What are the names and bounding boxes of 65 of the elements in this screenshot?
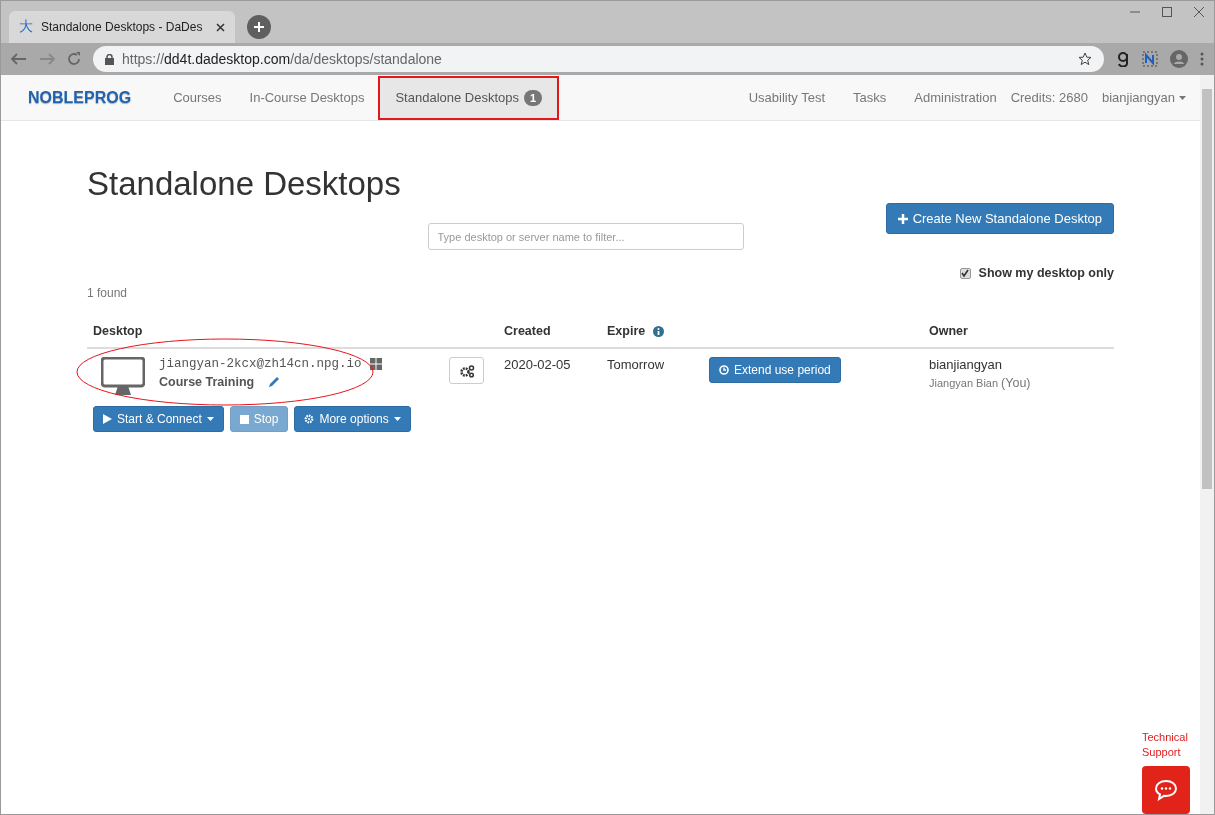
show-mine-checkbox[interactable]: Show my desktop only — [959, 266, 1114, 280]
owner-you: (You) — [1001, 376, 1031, 390]
back-icon[interactable] — [11, 53, 27, 65]
count-badge: 1 — [524, 89, 543, 106]
page-title: Standalone Desktops — [87, 165, 402, 203]
settings-button[interactable] — [449, 357, 484, 384]
caret-icon — [393, 417, 401, 421]
column-header: Owner — [923, 324, 1114, 349]
reload-icon[interactable] — [67, 52, 81, 66]
new-tab-button[interactable] — [247, 15, 271, 39]
star-icon[interactable] — [1078, 52, 1092, 66]
chat-button[interactable] — [1142, 766, 1190, 814]
close-icon[interactable] — [1194, 7, 1204, 17]
monitor-icon — [101, 357, 145, 395]
nav-link[interactable]: Administration — [900, 75, 1011, 120]
lock-icon — [105, 53, 114, 65]
favicon: 大 — [19, 18, 33, 36]
expire-text: Tomorrow — [607, 357, 665, 372]
profile-icon[interactable] — [1170, 50, 1188, 68]
nav-tab[interactable]: In-Course Desktops — [235, 75, 379, 120]
menu-icon[interactable] — [1200, 52, 1204, 66]
nav-tab[interactable]: Courses — [159, 75, 236, 120]
close-icon[interactable] — [216, 22, 225, 32]
user-menu[interactable]: bianjiangyan — [1102, 90, 1186, 105]
column-header: Created — [498, 324, 601, 349]
address-bar[interactable]: https://dd4t.dadesktop.com/da/desktops/standalone — [93, 46, 1104, 72]
credits-text: Credits: 2680 — [1010, 90, 1089, 105]
extend-button[interactable]: Extend use period — [709, 357, 841, 383]
start-button[interactable]: Start & Connect — [93, 406, 224, 432]
clock-icon — [719, 365, 729, 375]
plus-icon — [897, 213, 908, 224]
brand-logo[interactable]: NOBLEPROG — [28, 88, 132, 107]
chat-icon — [1154, 779, 1178, 801]
scrollbar[interactable] — [1200, 75, 1214, 814]
gear-icon — [304, 414, 315, 424]
plus-icon — [253, 21, 265, 33]
tab-title: Standalone Desktops - DaDes — [41, 20, 204, 34]
more-button[interactable]: More options — [294, 406, 411, 432]
gears-icon — [458, 363, 475, 378]
nav-link[interactable]: Tasks — [839, 75, 901, 120]
url-text: https://dd4t.dadesktop.com/da/desktops/standalone — [122, 51, 443, 67]
pencil-icon[interactable] — [268, 376, 281, 388]
result-count: 1 found — [87, 286, 129, 300]
maximize-icon[interactable] — [1162, 7, 1172, 17]
info-icon — [653, 325, 665, 337]
play-icon — [103, 414, 112, 424]
create-button[interactable]: Create New Standalone Desktop — [885, 203, 1114, 234]
owner-name: Jiangyan Bian — [929, 377, 999, 389]
owner-username: bianjiangyan — [929, 357, 1002, 372]
checkmark-icon — [961, 269, 970, 277]
column-header: Expire — [601, 324, 703, 349]
extension-icon[interactable] — [1116, 51, 1130, 67]
filter-field[interactable]: Type desktop or server name to filter... — [427, 223, 744, 250]
support-label: Technical Support — [1142, 730, 1189, 760]
desktop-name: Course Training — [159, 375, 255, 389]
stop-icon — [239, 414, 249, 424]
desktop-host: jiangyan-2kcx@zh14cn.npg.io — [159, 357, 362, 371]
nav-link[interactable]: Usability Test — [734, 75, 840, 120]
nav-tab[interactable]: Standalone Desktops 1 — [378, 75, 560, 120]
created-date: 2020-02-05 — [504, 357, 571, 372]
caret-icon — [206, 417, 214, 421]
windows-icon — [369, 358, 382, 370]
column-header: Desktop — [87, 324, 449, 349]
caret-icon — [1179, 95, 1186, 100]
browser-tab[interactable]: 大 Standalone Desktops - DaDes — [9, 11, 235, 43]
